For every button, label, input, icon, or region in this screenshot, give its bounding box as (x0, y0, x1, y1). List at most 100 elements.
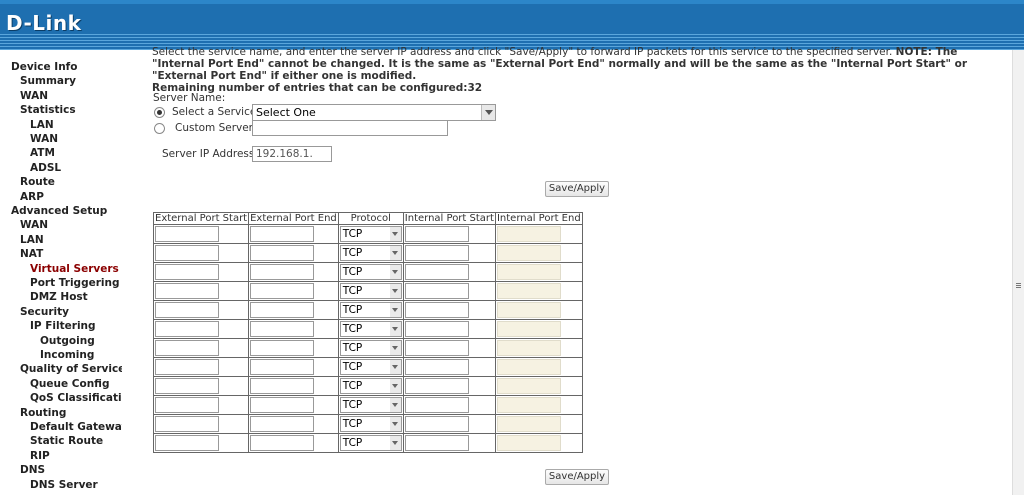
internal-port-start-input[interactable] (404, 283, 469, 299)
sidebar-item-adsl[interactable]: ADSL (30, 161, 61, 175)
sidebar-item-virtual-servers[interactable]: Virtual Servers (30, 262, 119, 276)
sidebar-item-static-route[interactable]: Static Route (30, 434, 103, 448)
sidebar-item-ip-filtering[interactable]: IP Filtering (30, 319, 96, 333)
protocol-select[interactable]: TCP (339, 416, 402, 432)
sidebar-item-security[interactable]: Security (20, 305, 69, 319)
protocol-select[interactable]: TCP (339, 359, 402, 375)
sidebar-item-dmz-host[interactable]: DMZ Host (30, 290, 88, 304)
external-port-end-input[interactable] (250, 416, 315, 432)
sidebar-item-lan[interactable]: LAN (20, 233, 44, 247)
chevron-down-icon[interactable] (389, 341, 401, 355)
sidebar-item-rip[interactable]: RIP (30, 449, 50, 463)
save-apply-button-top[interactable]: Save/Apply (545, 181, 609, 197)
external-port-start-input[interactable] (155, 321, 219, 337)
external-port-start-input[interactable] (155, 283, 219, 299)
external-port-end-input[interactable] (250, 302, 315, 318)
external-port-start-input[interactable] (155, 226, 219, 242)
external-port-start-input[interactable] (155, 416, 219, 432)
internal-port-start-input[interactable] (404, 397, 469, 413)
protocol-select[interactable]: TCP (339, 264, 402, 280)
sidebar-item-wan[interactable]: WAN (20, 218, 48, 232)
external-port-start-input[interactable] (155, 264, 219, 280)
protocol-select[interactable]: TCP (339, 397, 402, 413)
protocol-select[interactable]: TCP (339, 378, 402, 394)
internal-port-start-input[interactable] (404, 302, 469, 318)
internal-port-start-input[interactable] (404, 226, 469, 242)
external-port-end-input[interactable] (250, 397, 315, 413)
chevron-down-icon[interactable] (389, 284, 401, 298)
sidebar-item-queue-config[interactable]: Queue Config (30, 377, 109, 391)
custom-server-radio[interactable] (154, 123, 165, 134)
external-port-end-input[interactable] (250, 359, 315, 375)
chevron-down-icon[interactable] (389, 303, 401, 317)
chevron-down-icon[interactable] (389, 379, 401, 393)
sidebar-item-port-triggering[interactable]: Port Triggering (30, 276, 119, 290)
external-port-start-input[interactable] (155, 245, 219, 261)
custom-server-input[interactable] (252, 120, 448, 136)
internal-port-start-input[interactable] (404, 340, 469, 356)
sidebar-item-statistics[interactable]: Statistics (20, 103, 76, 117)
chevron-down-icon[interactable] (389, 436, 401, 450)
sidebar-item-incoming[interactable]: Incoming (40, 348, 94, 362)
sidebar-item-routing[interactable]: Routing (20, 406, 66, 420)
internal-port-start-input[interactable] (404, 416, 469, 432)
external-port-end-input[interactable] (250, 283, 315, 299)
server-ip-input[interactable]: 192.168.1. (252, 146, 332, 162)
sidebar-item-dns-server[interactable]: DNS Server (30, 478, 98, 492)
sidebar-item-route[interactable]: Route (20, 175, 55, 189)
protocol-select[interactable]: TCP (339, 283, 402, 299)
protocol-select[interactable]: TCP (339, 340, 402, 356)
external-port-end-input[interactable] (250, 264, 315, 280)
sidebar-item-qos-classification[interactable]: QoS Classification (30, 391, 136, 405)
sidebar-item-outgoing[interactable]: Outgoing (40, 334, 95, 348)
service-dropdown[interactable]: Select One (252, 104, 496, 121)
external-port-end-input[interactable] (250, 226, 315, 242)
sidebar-item-nat[interactable]: NAT (20, 247, 43, 261)
sidebar-item-advanced-setup[interactable]: Advanced Setup (11, 204, 107, 218)
internal-port-start-input[interactable] (404, 245, 469, 261)
external-port-start-input[interactable] (155, 340, 219, 356)
sidebar-item-dns[interactable]: DNS (20, 463, 45, 477)
select-service-radio[interactable] (154, 107, 165, 118)
sidebar-item-default-gateway[interactable]: Default Gateway (30, 420, 128, 434)
protocol-select[interactable]: TCP (339, 435, 402, 451)
external-port-start-input[interactable] (155, 397, 219, 413)
chevron-down-icon[interactable] (389, 398, 401, 412)
protocol-select[interactable]: TCP (339, 321, 402, 337)
sidebar-item-atm[interactable]: ATM (30, 146, 55, 160)
chevron-down-icon[interactable] (481, 105, 495, 120)
external-port-end-input[interactable] (250, 340, 315, 356)
chevron-down-icon[interactable] (389, 417, 401, 431)
sidebar-item-device-info[interactable]: Device Info (11, 60, 77, 74)
protocol-select[interactable]: TCP (339, 226, 402, 242)
sidebar-item-wan[interactable]: WAN (20, 89, 48, 103)
internal-port-start-input[interactable] (404, 378, 469, 394)
protocol-select[interactable]: TCP (339, 302, 402, 318)
external-port-start-input[interactable] (155, 359, 219, 375)
chevron-down-icon[interactable] (389, 227, 401, 241)
internal-port-start-input[interactable] (404, 359, 469, 375)
chevron-down-icon[interactable] (389, 265, 401, 279)
sidebar-item-wan[interactable]: WAN (30, 132, 58, 146)
sidebar-item-lan[interactable]: LAN (30, 118, 54, 132)
scrollbar-grip-icon[interactable] (1016, 283, 1021, 284)
protocol-select[interactable]: TCP (339, 245, 402, 261)
sidebar-item-arp[interactable]: ARP (20, 190, 44, 204)
chevron-down-icon[interactable] (389, 322, 401, 336)
external-port-start-input[interactable] (155, 378, 219, 394)
sidebar-item-summary[interactable]: Summary (20, 74, 76, 88)
vertical-scrollbar[interactable] (1012, 50, 1024, 495)
external-port-end-input[interactable] (250, 435, 315, 451)
external-port-end-input[interactable] (250, 321, 315, 337)
sidebar-item-quality-of-service[interactable]: Quality of Service (20, 362, 125, 376)
external-port-end-input[interactable] (250, 378, 315, 394)
internal-port-start-input[interactable] (404, 435, 469, 451)
external-port-start-input[interactable] (155, 435, 219, 451)
external-port-start-input[interactable] (155, 302, 219, 318)
chevron-down-icon[interactable] (389, 360, 401, 374)
internal-port-start-input[interactable] (404, 321, 469, 337)
save-apply-button-bottom[interactable]: Save/Apply (545, 469, 609, 485)
chevron-down-icon[interactable] (389, 246, 401, 260)
external-port-end-input[interactable] (250, 245, 315, 261)
internal-port-start-input[interactable] (404, 264, 469, 280)
